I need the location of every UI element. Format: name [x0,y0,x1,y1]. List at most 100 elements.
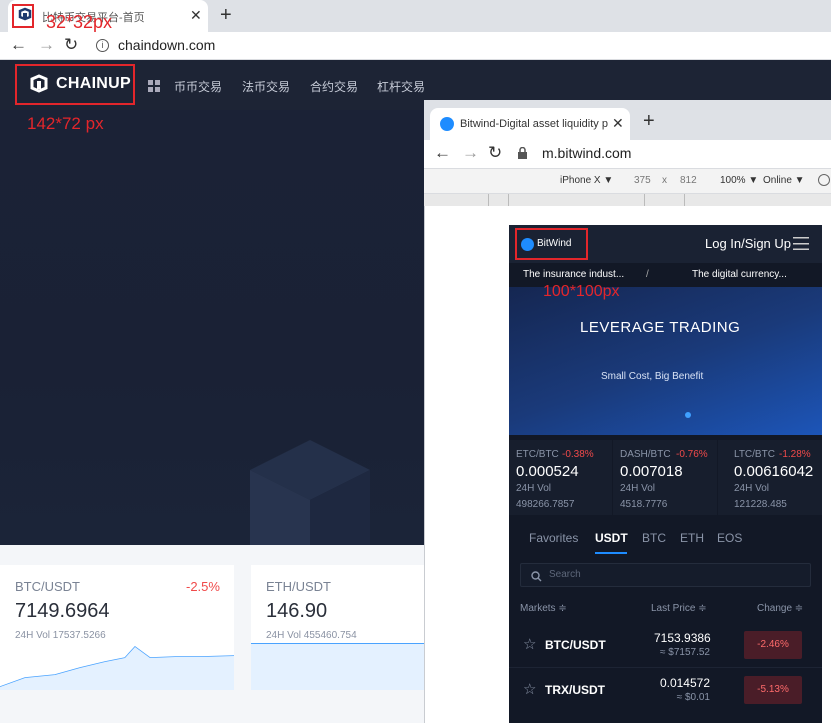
forward-arrow-icon[interactable]: → [462,143,479,163]
btc-sparkline [0,645,234,690]
row-price-usd: ≈ $7157.52 [660,647,710,658]
row-pair: TRX/USDT [545,683,605,697]
banner-subtitle: Small Cost, Big Benefit [601,371,704,382]
back-arrow-icon[interactable]: ← [10,35,27,55]
row-change-badge[interactable]: -2.46% [744,631,802,659]
ticker-vol-label: 24H Vol [734,483,770,494]
right-tab[interactable]: Bitwind-Digital asset liquidity p ✕ [430,108,630,140]
hero-banner [0,110,425,545]
ticker-card-btc[interactable]: BTC/USDT -2.5% 7149.6964 24H Vol 17537.5… [0,565,234,690]
header-change[interactable]: Change ≑ [757,603,803,614]
ticker-price: 0.00616042 [734,463,814,480]
network-select[interactable]: Online ▼ [763,175,805,186]
device-height-input[interactable]: 812 [680,175,697,186]
nav-item-futures[interactable]: 合约交易 [310,78,358,95]
ticker-card-eth[interactable]: ETH/USDT 146.90 24H Vol 455460.754 [251,565,425,690]
favicon-annotation-label: 32*32px [46,12,113,32]
ticker-vol: 4518.7776 [620,499,668,510]
devtools-ruler [424,194,831,206]
card-price: 146.90 [266,600,328,622]
row-change-badge[interactable]: -5.13% [744,676,802,704]
grid-apps-icon[interactable] [148,79,160,92]
device-select[interactable]: iPhone X ▼ [560,175,613,186]
lock-icon[interactable] [518,146,527,159]
right-address-bar: ← → ↻ m.bitwind.com [424,140,831,168]
row-price: 0.014572 [659,676,710,690]
ticker-vol: 121228.485 [734,499,787,510]
reload-icon[interactable]: ↻ [488,143,502,163]
star-icon[interactable]: ☆ [523,680,536,698]
card-change: -2.5% [186,579,220,594]
logo-annotation-box [15,64,135,105]
ticker-pair: DASH/BTC [620,449,671,460]
table-row[interactable]: ☆ TRX/USDT 0.014572 ≈ $0.01 -5.13% [509,668,822,713]
forward-arrow-icon[interactable]: → [38,35,55,55]
hero-cube-decoration [250,440,370,545]
right-tab-title: Bitwind-Digital asset liquidity p [460,118,608,130]
info-icon[interactable]: i [96,39,109,52]
mobile-logo-annotation-label: 100*100px [543,283,620,300]
table-row[interactable]: ☆ BTC/USDT 7153.9386 ≈ $7157.52 -2.46% [509,623,822,668]
left-address-bar: ← → ↻ i chaindown.com [0,32,831,60]
ticker-pair: LTC/BTC [734,449,775,460]
card-vol: 24H Vol 455460.754 [266,630,357,641]
header-markets[interactable]: Markets ≑ [520,603,567,614]
favicon-annotation-box [12,4,34,28]
news-item[interactable]: The digital currency... [692,269,787,280]
rotate-icon[interactable] [818,174,830,186]
right-url[interactable]: m.bitwind.com [542,145,631,161]
ticker-vol-label: 24H Vol [620,483,656,494]
ticker-item[interactable]: ETC/BTC -0.38% 0.000524 24H Vol 498266.7… [509,440,613,515]
devtools-device-toolbar: iPhone X ▼ 375 x 812 100% ▼ Online ▼ [424,168,831,194]
row-price-usd: ≈ $0.01 [676,692,710,703]
ticker-change: -1.28% [779,449,811,460]
header-last-price[interactable]: Last Price ≑ [651,603,707,614]
ticker-item[interactable]: DASH/BTC -0.76% 0.007018 24H Vol 4518.77… [614,440,718,515]
ticker-change: -0.38% [562,449,594,460]
dimension-separator: x [662,175,667,186]
ticker-vol-label: 24H Vol [516,483,552,494]
news-separator: / [646,269,649,280]
ticker-price: 0.007018 [620,463,683,480]
ticker-vol: 498266.7857 [516,499,575,510]
card-price: 7149.6964 [15,600,110,622]
nav-item-otc[interactable]: 法币交易 [242,78,290,95]
star-icon[interactable]: ☆ [523,635,536,653]
mobile-market-list: Favorites USDT BTC ETH EOS Search Market… [509,515,822,723]
tab-eos[interactable]: EOS [717,531,742,545]
search-placeholder: Search [549,569,581,580]
close-tab-icon[interactable]: ✕ [612,115,624,132]
card-pair: ETH/USDT [266,579,331,594]
tab-btc[interactable]: BTC [642,531,666,545]
nav-item-margin[interactable]: 杠杆交易 [377,78,425,95]
tab-eth[interactable]: ETH [680,531,704,545]
search-input[interactable]: Search [520,563,811,587]
ticker-change: -0.76% [676,449,708,460]
tab-favorites[interactable]: Favorites [529,531,578,545]
card-pair: BTC/USDT [15,579,80,594]
row-price: 7153.9386 [654,631,711,645]
bitwind-favicon-icon [440,117,454,131]
new-tab-icon[interactable]: + [220,4,232,27]
mobile-ticker-strip: ETC/BTC -0.38% 0.000524 24H Vol 498266.7… [509,440,822,515]
mobile-logo-annotation-box [515,228,588,260]
hamburger-menu-icon[interactable] [793,237,809,250]
news-item[interactable]: The insurance indust... [523,269,624,280]
reload-icon[interactable]: ↻ [64,35,78,55]
tab-active-indicator [595,552,627,554]
search-icon [531,569,542,582]
new-tab-icon[interactable]: + [643,110,655,133]
banner-dot[interactable] [685,412,691,418]
ticker-item[interactable]: LTC/BTC -1.28% 0.00616042 24H Vol 121228… [719,440,822,515]
row-pair: BTC/USDT [545,638,606,652]
ticker-price: 0.000524 [516,463,579,480]
left-url[interactable]: chaindown.com [118,37,215,53]
eth-sparkline-area [251,643,425,690]
zoom-select[interactable]: 100% ▼ [720,175,758,186]
back-arrow-icon[interactable]: ← [434,143,451,163]
nav-item-spot[interactable]: 币币交易 [174,78,222,95]
login-signup-link[interactable]: Log In/Sign Up [705,236,791,251]
tab-usdt[interactable]: USDT [595,531,628,545]
device-width-input[interactable]: 375 [634,175,651,186]
close-tab-icon[interactable]: ✕ [190,7,202,24]
